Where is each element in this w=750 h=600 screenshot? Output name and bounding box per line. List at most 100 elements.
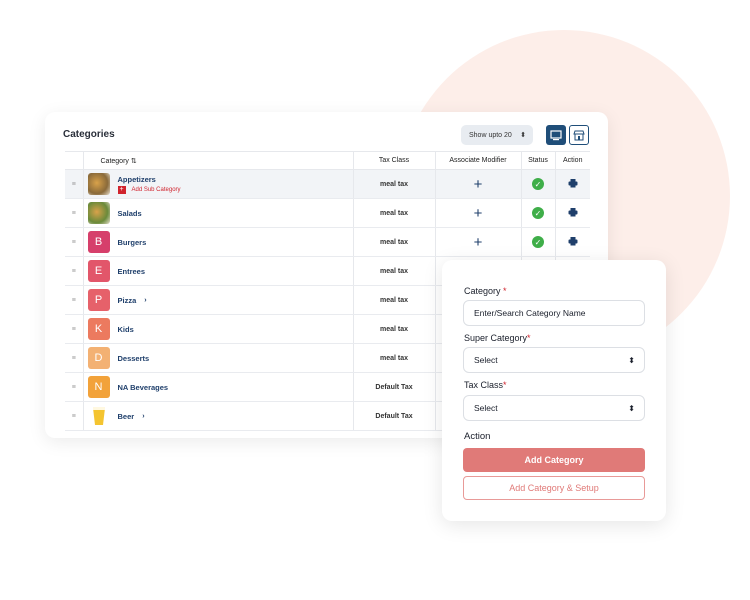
status-cell: ✓ — [521, 169, 556, 199]
table-row[interactable]: ≡ Salads meal tax + ✓ — [65, 198, 590, 228]
tax-class-cell: Default Tax — [353, 401, 436, 431]
add-category-setup-button[interactable]: Add Category & Setup — [463, 476, 645, 500]
category-letter-tile: P — [87, 289, 110, 311]
tax-class-value: Select — [474, 403, 498, 413]
action-cell — [555, 169, 590, 199]
status-active-icon[interactable]: ✓ — [532, 207, 544, 219]
category-letter-tile: D — [87, 347, 110, 369]
print-icon[interactable] — [568, 178, 578, 188]
drag-handle-icon[interactable]: ≡ — [65, 372, 84, 402]
column-header-associate-modifier: Associate Modifier — [435, 151, 522, 170]
add-category-button[interactable]: Add Category — [463, 448, 645, 472]
desktop-view-button[interactable] — [546, 125, 566, 145]
category-photo — [87, 173, 110, 195]
plus-icon: + — [117, 185, 126, 194]
category-letter-tile: N — [87, 376, 110, 398]
category-name[interactable]: Desserts — [118, 354, 150, 363]
modifier-cell: + — [435, 227, 522, 257]
category-cell[interactable]: K Kids — [83, 314, 354, 344]
table-header: Category ⇅ Tax Class Associate Modifier … — [65, 151, 590, 170]
action-cell — [555, 227, 590, 257]
category-letter-tile: B — [87, 231, 110, 253]
tax-class-cell: meal tax — [353, 198, 436, 228]
category-cell[interactable]: E Entrees — [83, 256, 354, 286]
drag-handle-icon[interactable]: ≡ — [65, 198, 84, 228]
column-header-tax-class: Tax Class — [353, 151, 436, 170]
category-cell[interactable]: B Burgers — [83, 227, 354, 257]
category-cell[interactable]: Beer › — [83, 401, 354, 431]
category-cell[interactable]: N NA Beverages — [83, 372, 354, 402]
category-name[interactable]: Kids — [118, 325, 134, 334]
desktop-icon — [550, 129, 562, 140]
panel-title: Categories — [63, 129, 115, 140]
add-modifier-icon[interactable]: + — [474, 205, 483, 222]
drag-handle-icon[interactable]: ≡ — [65, 227, 84, 257]
add-sub-category-link[interactable]: + Add Sub Category — [117, 185, 181, 194]
category-name[interactable]: Beer — [118, 412, 135, 421]
sort-icon[interactable]: ⇅ — [131, 158, 137, 165]
status-cell: ✓ — [521, 198, 556, 228]
modifier-cell: + — [435, 169, 522, 199]
column-header-category[interactable]: Category ⇅ — [83, 151, 354, 170]
category-name[interactable]: Appetizers — [118, 175, 156, 184]
tax-class-cell: meal tax — [353, 256, 436, 286]
super-category-select[interactable]: Select ⬍ — [463, 347, 645, 373]
tax-class-cell: meal tax — [353, 169, 436, 199]
tax-class-cell: meal tax — [353, 343, 436, 373]
status-active-icon[interactable]: ✓ — [532, 236, 544, 248]
add-modifier-icon[interactable]: + — [474, 176, 483, 193]
chevron-right-icon[interactable]: › — [144, 297, 146, 304]
action-cell — [555, 198, 590, 228]
drag-handle-icon[interactable]: ≡ — [65, 314, 84, 344]
beer-image — [88, 405, 110, 427]
page-size-select[interactable]: Show upto 20 ⬍ — [461, 125, 533, 145]
category-name[interactable]: Pizza — [118, 296, 137, 305]
status-cell: ✓ — [521, 227, 556, 257]
modifier-cell: + — [435, 198, 522, 228]
drag-handle-icon[interactable]: ≡ — [65, 285, 84, 315]
drag-handle-icon[interactable]: ≡ — [65, 169, 84, 199]
category-cell[interactable]: D Desserts — [83, 343, 354, 373]
column-header-action: Action — [555, 151, 590, 170]
status-active-icon[interactable]: ✓ — [532, 178, 544, 190]
add-category-form: Category * Enter/Search Category Name Su… — [442, 260, 666, 521]
page-size-value: Show upto 20 — [469, 131, 512, 139]
category-name[interactable]: NA Beverages — [118, 383, 169, 392]
category-name[interactable]: Salads — [118, 209, 142, 218]
store-icon — [573, 130, 585, 140]
category-cell[interactable]: P Pizza › — [83, 285, 354, 315]
tax-class-select[interactable]: Select ⬍ — [463, 395, 645, 421]
select-arrows-icon: ⬍ — [628, 355, 635, 365]
category-input-placeholder: Enter/Search Category Name — [474, 308, 586, 318]
category-cell[interactable]: Salads — [83, 198, 354, 228]
action-label: Action — [464, 431, 491, 442]
print-icon[interactable] — [568, 236, 578, 246]
category-name[interactable]: Entrees — [118, 267, 146, 276]
column-header-status: Status — [521, 151, 556, 170]
tax-class-label: Tax Class* — [464, 380, 507, 390]
category-letter-tile: E — [87, 260, 110, 282]
tax-class-cell: meal tax — [353, 227, 436, 257]
category-label: Category * — [464, 286, 507, 296]
category-name-input[interactable]: Enter/Search Category Name — [463, 300, 645, 326]
sort-arrows-icon: ⬍ — [520, 132, 526, 139]
add-modifier-icon[interactable]: + — [474, 234, 483, 251]
tax-class-cell: meal tax — [353, 314, 436, 344]
tax-class-cell: Default Tax — [353, 372, 436, 402]
category-cell[interactable]: Appetizers + Add Sub Category — [83, 169, 354, 199]
drag-handle-icon[interactable]: ≡ — [65, 401, 84, 431]
print-icon[interactable] — [568, 207, 578, 217]
super-category-value: Select — [474, 355, 498, 365]
drag-column-header — [65, 151, 84, 170]
chevron-right-icon[interactable]: › — [142, 413, 144, 420]
select-arrows-icon: ⬍ — [628, 403, 635, 413]
category-letter-tile: K — [87, 318, 110, 340]
table-row[interactable]: ≡ Appetizers + Add Sub Category meal tax +… — [65, 169, 590, 199]
category-photo — [87, 202, 110, 224]
drag-handle-icon[interactable]: ≡ — [65, 256, 84, 286]
store-view-button[interactable] — [569, 125, 589, 145]
drag-handle-icon[interactable]: ≡ — [65, 343, 84, 373]
category-name[interactable]: Burgers — [118, 238, 147, 247]
tax-class-cell: meal tax — [353, 285, 436, 315]
table-row[interactable]: ≡ B Burgers meal tax + ✓ — [65, 227, 590, 257]
